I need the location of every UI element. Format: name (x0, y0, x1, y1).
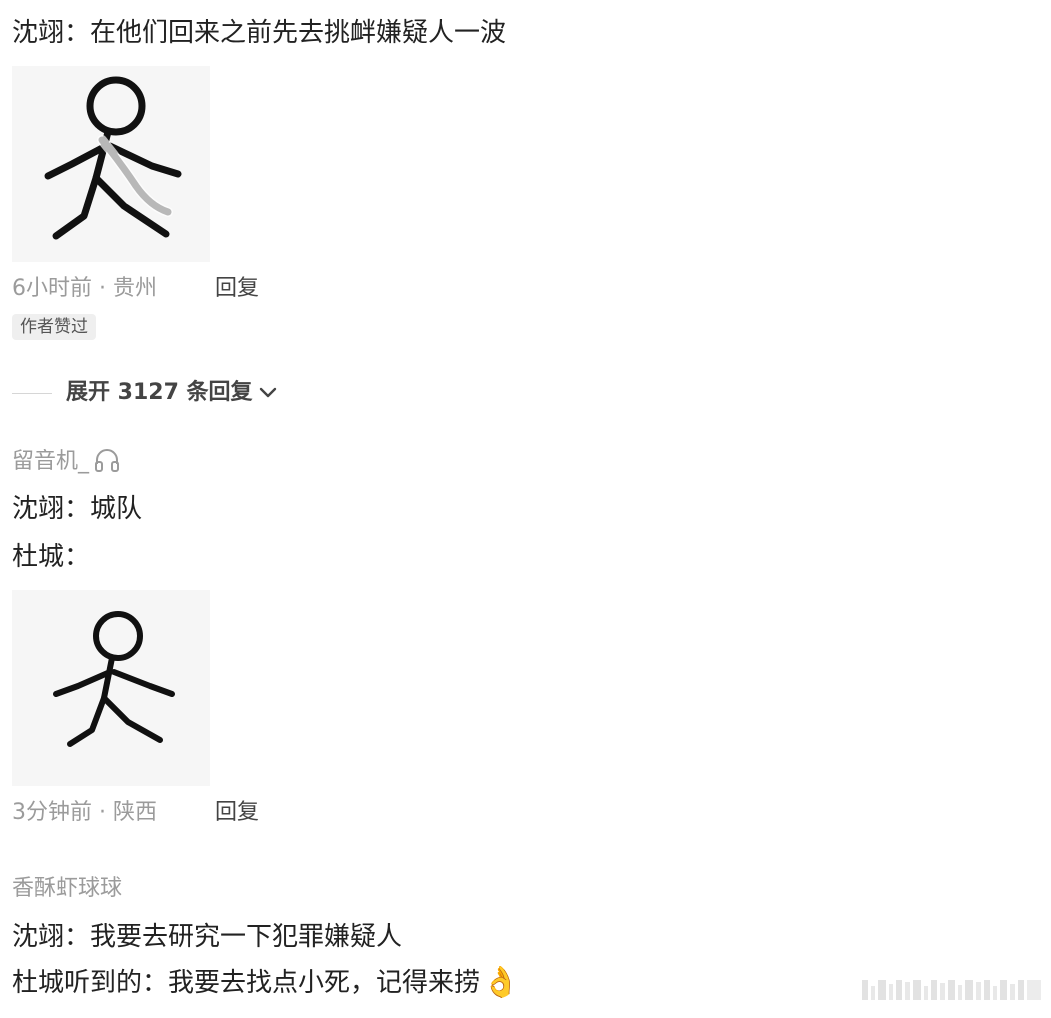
comment-meta: 3分钟前 · 陕西 (12, 800, 157, 825)
watermark (862, 980, 1041, 1000)
expand-replies-label: 展开 3127 条回复 (66, 380, 253, 405)
reply-button[interactable]: 回复 (215, 798, 259, 828)
expand-replies-button[interactable]: 展开 3127 条回复 (12, 378, 277, 408)
comment-header: 留音机_ (12, 446, 121, 478)
running-stickman-icon[interactable] (12, 590, 210, 786)
running-stickman-with-sash-icon[interactable] (12, 66, 210, 262)
reply-button[interactable]: 回复 (215, 274, 259, 304)
username[interactable]: 留音机_ (12, 447, 89, 477)
comment-text: 沈翊：城队 (12, 494, 143, 524)
comment-line: 杜城听到的：我要去找点小死，记得来捞 👌 (12, 966, 519, 1000)
comment-text: 沈翊：在他们回来之前先去挑衅嫌疑人一波 (12, 18, 507, 48)
comment-text: 沈翊：我要去研究一下犯罪嫌疑人 (12, 922, 403, 952)
author-liked-badge: 作者赞过 (12, 314, 96, 340)
comment-meta: 6小时前 · 贵州 (12, 276, 157, 301)
comment-text: 杜城听到的：我要去找点小死，记得来捞 (12, 968, 481, 998)
comment-text: 杜城： (12, 542, 91, 572)
divider (12, 392, 52, 394)
username[interactable]: 香酥虾球球 (12, 874, 122, 904)
ok-hand-emoji: 👌 (482, 965, 520, 1000)
chevron-down-icon (259, 384, 277, 403)
headphones-icon (93, 446, 121, 478)
